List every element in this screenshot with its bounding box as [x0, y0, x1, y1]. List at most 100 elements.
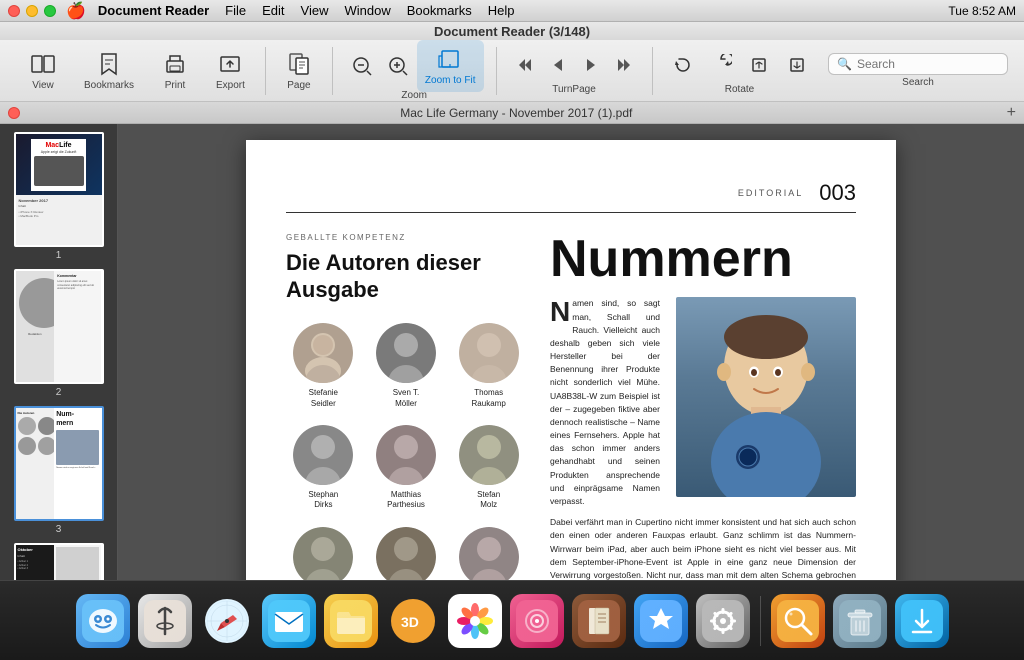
close-button[interactable]	[8, 5, 20, 17]
toolbar-turnpage-group: TurnPage	[503, 46, 646, 95]
menubar-help[interactable]: Help	[488, 3, 515, 18]
dock-3d[interactable]: 3D	[384, 592, 442, 650]
author-photo-3	[459, 323, 519, 383]
thumb-label-1: 1	[56, 250, 62, 261]
next-next-icon	[611, 52, 637, 78]
zoom-label: Zoom	[401, 90, 427, 101]
maximize-button[interactable]	[44, 5, 56, 17]
svg-text:3D: 3D	[401, 614, 419, 630]
zoom-to-fit-button[interactable]: Zoom to Fit	[417, 40, 484, 92]
next-next-button[interactable]	[608, 46, 640, 84]
toolbar-page-group: Page	[272, 45, 326, 97]
zoom-to-fit-icon	[437, 46, 463, 72]
thumbnail-3[interactable]: Die Autoren Num-	[6, 406, 111, 535]
author-photo-5	[376, 425, 436, 485]
dock-photos[interactable]	[446, 592, 504, 650]
rotate-label: Rotate	[725, 84, 754, 95]
author-name-1: Stefanie Seidler	[309, 388, 338, 409]
zoom-out-icon	[349, 53, 375, 79]
rotate-up-button[interactable]	[741, 46, 777, 84]
dock-finder[interactable]	[74, 592, 132, 650]
dock-files[interactable]	[322, 592, 380, 650]
page-columns: GEBALLTE KOMPETENZ Die Autoren dieser Au…	[286, 233, 856, 580]
dock-music[interactable]	[508, 592, 566, 650]
drop-cap: N	[550, 300, 570, 324]
bookmarks-button[interactable]: Bookmarks	[76, 45, 142, 97]
toolbar-zoom-group: Zoom to Fit Zoom	[339, 40, 490, 101]
rotate-up-icon	[746, 52, 772, 78]
dock-mail[interactable]	[260, 592, 318, 650]
article-title: Nummern	[550, 233, 856, 285]
search-input[interactable]	[857, 57, 999, 71]
thumbnail-2[interactable]: Redaktion Kommentar Lorem ipsum dolor si…	[6, 269, 111, 398]
page-number: 003	[819, 180, 856, 206]
dock-appstore[interactable]	[632, 592, 690, 650]
app-window: 🍎 Document Reader File Edit View Window …	[0, 0, 1024, 660]
3d-icon: 3D	[386, 594, 440, 648]
minimize-button[interactable]	[26, 5, 38, 17]
dock-downloads[interactable]	[893, 592, 951, 650]
zoom-to-fit-label: Zoom to Fit	[425, 75, 476, 86]
launchpad-icon	[138, 594, 192, 648]
rotate-down-button[interactable]	[779, 46, 815, 84]
prev-button[interactable]	[542, 46, 574, 84]
bookmarks-label: Bookmarks	[84, 80, 134, 91]
next-button[interactable]	[575, 46, 607, 84]
col-subtitle: GEBALLTE KOMPETENZ	[286, 233, 526, 242]
page-button[interactable]: Page	[278, 45, 320, 97]
menubar-edit[interactable]: Edit	[262, 3, 284, 18]
menubar-bookmarks[interactable]: Bookmarks	[407, 3, 472, 18]
export-button[interactable]: Export	[208, 45, 253, 97]
finder-icon	[76, 594, 130, 648]
doc-viewer[interactable]: EDITORIAL 003 GEBALLTE KOMPETENZ Die Aut…	[118, 124, 1024, 580]
search-area: 🔍 Search	[828, 53, 1008, 88]
author-photo-6	[459, 425, 519, 485]
print-icon	[162, 51, 188, 77]
safari-icon	[200, 594, 254, 648]
rotate-down-icon	[784, 52, 810, 78]
tab-close-button[interactable]	[8, 107, 20, 119]
view-button[interactable]: View	[22, 45, 64, 97]
dock-finder2[interactable]	[769, 592, 827, 650]
zoom-in-button[interactable]	[381, 47, 415, 85]
toolbar-sep-3	[496, 47, 497, 95]
dock-launchpad[interactable]	[136, 592, 194, 650]
dock-trash[interactable]	[831, 592, 889, 650]
author-photo-8	[376, 527, 436, 580]
menubar-file[interactable]: File	[225, 3, 246, 18]
thumbnail-4[interactable]: Oktober Inhalt • Artikel 1• Artikel 2• A…	[6, 543, 111, 580]
rotate-left-button[interactable]	[665, 46, 701, 84]
col-right: Nummern	[550, 233, 856, 580]
print-button[interactable]: Print	[154, 45, 196, 97]
prev-prev-button[interactable]	[509, 46, 541, 84]
add-tab-button[interactable]: +	[1007, 104, 1016, 122]
rotate-right-button[interactable]	[703, 46, 739, 84]
thumbnail-1[interactable]: MacLife Apple zeigt die Zukunft November…	[6, 132, 111, 261]
thumb-img-3: Die Autoren Num-	[14, 406, 104, 521]
apple-menu-icon[interactable]: 🍎	[66, 1, 86, 21]
downloads-icon	[895, 594, 949, 648]
view-icon	[30, 51, 56, 77]
turnpage-label: TurnPage	[552, 84, 596, 95]
bookmarks-icon	[96, 51, 122, 77]
dock-safari[interactable]	[198, 592, 256, 650]
rotate-left-icon	[670, 52, 696, 78]
toolbar: View Bookmarks	[0, 40, 1024, 102]
menubar-app-name[interactable]: Document Reader	[98, 3, 209, 18]
sidebar: MacLife Apple zeigt die Zukunft November…	[0, 124, 118, 580]
toolbar-sep-1	[265, 47, 266, 95]
export-icon	[217, 51, 243, 77]
author-2: Sven T. Möller	[369, 323, 444, 409]
author-6: Stefan Molz	[451, 425, 526, 511]
app-titlebar: Document Reader (3/148)	[0, 22, 1024, 40]
author-photo-7	[293, 527, 353, 580]
dock-ibooks[interactable]	[570, 592, 628, 650]
doc-page: EDITORIAL 003 GEBALLTE KOMPETENZ Die Aut…	[246, 140, 896, 580]
menubar-window[interactable]: Window	[344, 3, 390, 18]
author-photo-2	[376, 323, 436, 383]
menubar-view[interactable]: View	[301, 3, 329, 18]
zoom-in-icon	[385, 53, 411, 79]
prev-icon	[545, 52, 571, 78]
zoom-out-button[interactable]	[345, 47, 379, 85]
dock-sysprefs[interactable]	[694, 592, 752, 650]
